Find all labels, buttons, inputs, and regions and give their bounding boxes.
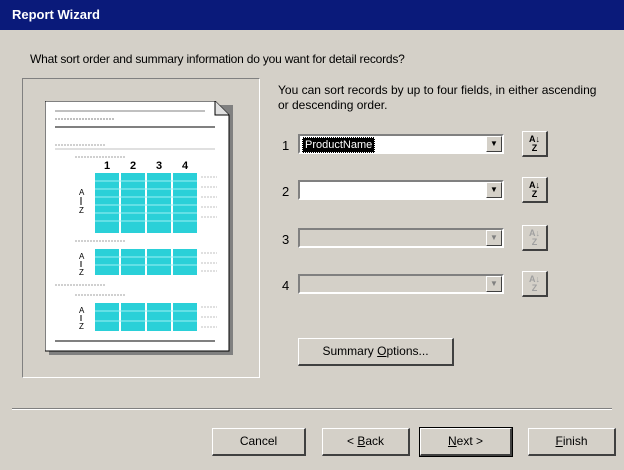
chevron-down-icon[interactable]: ▼ <box>486 136 502 152</box>
sort-ascending-icon: A↓ Z <box>529 274 540 293</box>
summary-options-button[interactable]: Summary Options... <box>298 338 454 366</box>
sort-number-2: 2 <box>282 184 290 199</box>
sort-field-1-value: ProductName <box>302 137 376 153</box>
sort-instructions: You can sort records by up to four field… <box>278 83 597 112</box>
back-label-post: ack <box>365 434 385 448</box>
finish-label-post: inish <box>562 434 588 448</box>
summary-options-label-post: ptions... <box>386 344 429 358</box>
finish-label-key: F <box>555 434 563 448</box>
chevron-down-icon[interactable]: ▼ <box>486 182 502 198</box>
summary-options-label-pre: Summary <box>322 344 378 358</box>
chevron-down-icon[interactable]: ▼ <box>486 230 502 246</box>
summary-options-label-key: O <box>377 344 387 358</box>
report-preview-panel: 1 2 3 4 A Z A Z A Z <box>22 78 260 378</box>
svg-text:A: A <box>79 188 85 197</box>
sort-number-3: 3 <box>282 232 290 247</box>
sort-field-3-value <box>302 231 306 245</box>
back-button[interactable]: < Back <box>322 428 410 456</box>
sort-field-2-value <box>302 183 306 197</box>
sort-field-4-value <box>302 277 306 291</box>
sort-order-1-button[interactable]: A↓ Z <box>522 131 548 157</box>
separator <box>12 408 612 410</box>
title-bar: Report Wizard <box>0 0 624 30</box>
sort-ascending-icon: A↓ Z <box>529 180 540 199</box>
svg-text:Z: Z <box>79 206 84 215</box>
svg-text:A: A <box>79 252 85 261</box>
next-button[interactable]: Next > <box>419 427 513 457</box>
svg-text:A: A <box>79 306 85 315</box>
sort-number-1: 1 <box>282 138 290 153</box>
preview-col-4: 4 <box>182 160 189 172</box>
preview-col-3: 3 <box>156 160 162 172</box>
sort-field-4-combo[interactable]: ▼ <box>298 274 504 294</box>
report-preview-illustration: 1 2 3 4 A Z A Z A Z <box>45 101 233 355</box>
back-label-pre: < <box>346 434 358 448</box>
svg-text:Z: Z <box>79 268 84 277</box>
svg-text:Z: Z <box>79 322 84 331</box>
sort-order-4-button[interactable]: A↓ Z <box>522 271 548 297</box>
sort-order-3-button[interactable]: A↓ Z <box>522 225 548 251</box>
sort-number-4: 4 <box>282 278 290 293</box>
window-title: Report Wizard <box>12 7 100 22</box>
next-label-key: N <box>447 434 457 448</box>
cancel-button[interactable]: Cancel <box>212 428 306 456</box>
sort-field-3-combo[interactable]: ▼ <box>298 228 504 248</box>
finish-button[interactable]: Finish <box>528 428 616 456</box>
chevron-down-icon[interactable]: ▼ <box>486 276 502 292</box>
next-label-post: ext > <box>456 434 484 448</box>
sort-field-2-combo[interactable]: ▼ <box>298 180 504 200</box>
preview-col-1: 1 <box>104 160 110 172</box>
sort-ascending-icon: A↓ Z <box>529 134 540 153</box>
sort-order-2-button[interactable]: A↓ Z <box>522 177 548 203</box>
question-text: What sort order and summary information … <box>30 52 405 66</box>
sort-field-1-combo[interactable]: ProductName ▼ <box>298 134 504 154</box>
sort-ascending-icon: A↓ Z <box>529 228 540 247</box>
preview-col-2: 2 <box>130 160 136 172</box>
